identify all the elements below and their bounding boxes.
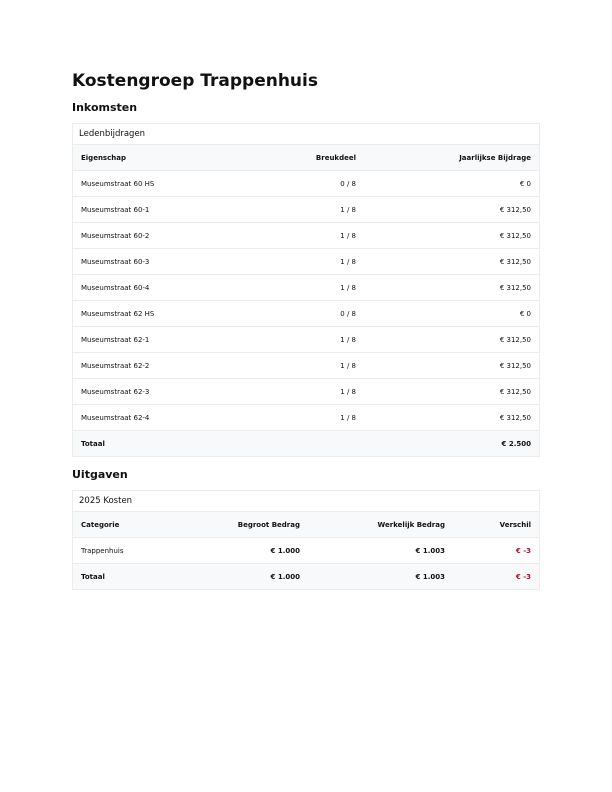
breukdeel-cell: 1 / 8 — [248, 378, 364, 405]
breukdeel-cell: 1 / 8 — [248, 404, 364, 431]
verschil-cell: € -3 — [453, 537, 539, 564]
bijdrage-cell: € 0 — [364, 170, 539, 197]
kosten-card-title: 2025 Kosten — [73, 491, 539, 512]
total-verschil-cell: € -3 — [453, 563, 539, 589]
breukdeel-cell: 0 / 8 — [248, 300, 364, 327]
breukdeel-cell: 1 / 8 — [248, 352, 364, 379]
breukdeel-cell: 1 / 8 — [248, 248, 364, 275]
total-label: Totaal — [73, 563, 178, 589]
bijdrage-cell: € 312,50 — [364, 248, 539, 275]
eigenschap-cell: Museumstraat 62-4 — [73, 404, 248, 431]
breukdeel-cell: 1 / 8 — [248, 196, 364, 223]
column-header-eigenschap: Eigenschap — [73, 145, 248, 171]
eigenschap-cell: Museumstraat 60-2 — [73, 222, 248, 249]
eigenschap-cell: Museumstraat 62-3 — [73, 378, 248, 405]
table-row: Museumstraat 62-1 1 / 8 € 312,50 — [73, 326, 539, 353]
bijdrage-cell: € 312,50 — [364, 404, 539, 431]
bijdrage-cell: € 312,50 — [364, 378, 539, 405]
document-page: Kostengroep Trappenhuis Inkomsten Ledenb… — [72, 71, 540, 590]
total-begroot-cell: € 1.000 — [178, 563, 308, 589]
column-header-jaarlijkse-bijdrage: Jaarlijkse Bijdrage — [364, 145, 539, 171]
table-row: Museumstraat 60-3 1 / 8 € 312,50 — [73, 248, 539, 275]
bijdrage-cell: € 312,50 — [364, 352, 539, 379]
table-row: Trappenhuis € 1.000 € 1.003 € -3 — [73, 537, 539, 564]
column-header-begroot-bedrag: Begroot Bedrag — [178, 512, 308, 538]
bijdrage-cell: € 312,50 — [364, 326, 539, 353]
kosten-card: 2025 Kosten Categorie Begroot Bedrag Wer… — [72, 490, 540, 590]
table-row: Museumstraat 62 HS 0 / 8 € 0 — [73, 300, 539, 327]
eigenschap-cell: Museumstraat 60-1 — [73, 196, 248, 223]
kosten-table: Categorie Begroot Bedrag Werkelijk Bedra… — [73, 512, 539, 589]
column-header-werkelijk-bedrag: Werkelijk Bedrag — [308, 512, 453, 538]
eigenschap-cell: Museumstraat 62 HS — [73, 300, 248, 327]
eigenschap-cell: Museumstraat 62-2 — [73, 352, 248, 379]
column-header-verschil: Verschil — [453, 512, 539, 538]
total-row: Totaal € 1.000 € 1.003 € -3 — [73, 563, 539, 589]
column-header-breukdeel: Breukdeel — [248, 145, 364, 171]
ledenbijdragen-card-title: Ledenbijdragen — [73, 124, 539, 145]
total-value: € 2.500 — [364, 430, 539, 456]
empty-cell — [248, 430, 364, 456]
table-row: Museumstraat 60-4 1 / 8 € 312,50 — [73, 274, 539, 301]
werkelijk-cell: € 1.003 — [308, 537, 453, 564]
table-row: Museumstraat 62-4 1 / 8 € 312,50 — [73, 404, 539, 431]
table-row: Museumstraat 60 HS 0 / 8 € 0 — [73, 170, 539, 197]
total-werkelijk-cell: € 1.003 — [308, 563, 453, 589]
ledenbijdragen-card: Ledenbijdragen Eigenschap Breukdeel Jaar… — [72, 123, 540, 457]
total-label: Totaal — [73, 430, 248, 456]
bijdrage-cell: € 312,50 — [364, 196, 539, 223]
breukdeel-cell: 1 / 8 — [248, 222, 364, 249]
uitgaven-heading: Uitgaven — [72, 468, 128, 481]
breukdeel-cell: 0 / 8 — [248, 170, 364, 197]
table-row: Museumstraat 62-3 1 / 8 € 312,50 — [73, 378, 539, 405]
ledenbijdragen-table: Eigenschap Breukdeel Jaarlijkse Bijdrage… — [73, 145, 539, 456]
eigenschap-cell: Museumstraat 60-4 — [73, 274, 248, 301]
page-title: Kostengroep Trappenhuis — [72, 71, 318, 91]
breukdeel-cell: 1 / 8 — [248, 326, 364, 353]
table-row: Museumstraat 60-2 1 / 8 € 312,50 — [73, 222, 539, 249]
bijdrage-cell: € 312,50 — [364, 222, 539, 249]
bijdrage-cell: € 0 — [364, 300, 539, 327]
bijdrage-cell: € 312,50 — [364, 274, 539, 301]
table-row: Museumstraat 60-1 1 / 8 € 312,50 — [73, 196, 539, 223]
total-row: Totaal € 2.500 — [73, 430, 539, 456]
breukdeel-cell: 1 / 8 — [248, 274, 364, 301]
categorie-cell: Trappenhuis — [73, 537, 178, 564]
table-row: Museumstraat 62-2 1 / 8 € 312,50 — [73, 352, 539, 379]
begroot-cell: € 1.000 — [178, 537, 308, 564]
table-header-row: Categorie Begroot Bedrag Werkelijk Bedra… — [73, 512, 539, 538]
column-header-categorie: Categorie — [73, 512, 178, 538]
table-header-row: Eigenschap Breukdeel Jaarlijkse Bijdrage — [73, 145, 539, 171]
inkomsten-heading: Inkomsten — [72, 101, 138, 114]
eigenschap-cell: Museumstraat 60 HS — [73, 170, 248, 197]
eigenschap-cell: Museumstraat 62-1 — [73, 326, 248, 353]
eigenschap-cell: Museumstraat 60-3 — [73, 248, 248, 275]
